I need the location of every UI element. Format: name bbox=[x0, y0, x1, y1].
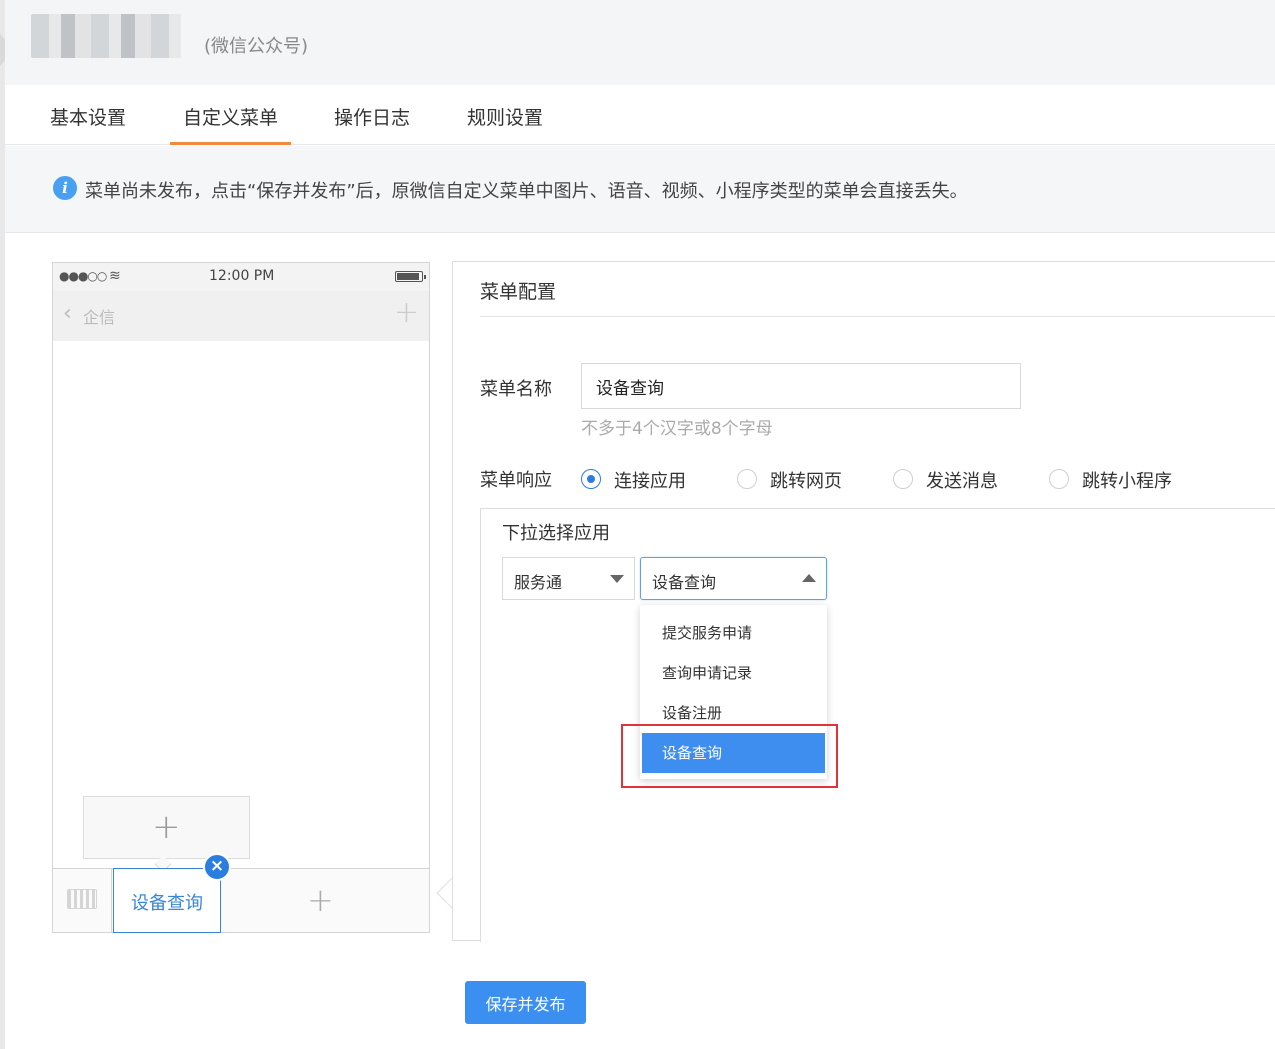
menu-item-device-query[interactable]: 设备查询 bbox=[113, 868, 221, 933]
config-title: 菜单配置 bbox=[480, 281, 557, 303]
notice-banner: i 菜单尚未发布，点击“保存并发布”后，原微信自定义菜单中图片、语音、视频、小程… bbox=[5, 146, 1275, 233]
tab-bar: 基本设置 自定义菜单 操作日志 规则设置 bbox=[5, 85, 1275, 145]
wifi-icon: ≋ bbox=[109, 268, 121, 284]
account-type: (微信公众号) bbox=[204, 36, 309, 57]
app-category-select[interactable]: 服务通 bbox=[502, 557, 635, 600]
phone-preview: ●●●○○ ≋ 12:00 PM ‹ 企信 + + 设备查询 + × bbox=[52, 262, 430, 933]
caret-up-icon bbox=[802, 574, 816, 582]
info-icon: i bbox=[53, 176, 77, 200]
radio-label: 连接应用 bbox=[614, 471, 686, 492]
phone-clock: 12:00 PM bbox=[209, 268, 275, 284]
add-submenu-button[interactable]: + bbox=[83, 796, 250, 859]
tab-operation-log[interactable]: 操作日志 bbox=[334, 103, 410, 145]
radio-indicator bbox=[737, 469, 757, 489]
plus-icon: + bbox=[152, 807, 181, 847]
signal-icon: ●●●○○ bbox=[59, 269, 107, 283]
menu-item-label: 设备查询 bbox=[131, 893, 203, 914]
tab-rule-settings[interactable]: 规则设置 bbox=[467, 103, 543, 145]
tab-basic-settings[interactable]: 基本设置 bbox=[50, 103, 126, 145]
phone-status-bar: ●●●○○ ≋ 12:00 PM bbox=[53, 263, 429, 291]
dropdown-option[interactable]: 提交服务申请 bbox=[642, 613, 825, 653]
close-icon[interactable]: × bbox=[203, 853, 231, 881]
phone-menu-bar: 设备查询 + bbox=[53, 868, 429, 933]
header: (微信公众号) bbox=[5, 0, 1275, 85]
select-value: 设备查询 bbox=[652, 573, 717, 592]
dropdown-option[interactable]: 查询申请记录 bbox=[642, 653, 825, 693]
app-item-dropdown: 提交服务申请 查询申请记录 设备注册 设备查询 bbox=[640, 605, 827, 779]
menu-name-hint: 不多于4个汉字或8个字母 bbox=[581, 419, 773, 439]
app-select-title: 下拉选择应用 bbox=[502, 523, 610, 544]
notice-text: 菜单尚未发布，点击“保存并发布”后，原微信自定义菜单中图片、语音、视频、小程序类… bbox=[85, 181, 968, 202]
menu-divider bbox=[111, 869, 112, 933]
caret-down-icon bbox=[610, 575, 624, 583]
radio-label: 跳转网页 bbox=[770, 471, 842, 492]
menu-response-label: 菜单响应 bbox=[480, 470, 552, 491]
phone-nav-bar: ‹ 企信 + bbox=[53, 291, 429, 341]
battery-icon bbox=[395, 271, 426, 282]
save-and-publish-button[interactable]: 保存并发布 bbox=[465, 981, 586, 1024]
keyboard-icon[interactable] bbox=[67, 889, 97, 909]
radio-label: 发送消息 bbox=[926, 471, 998, 492]
app-select-box: 下拉选择应用 服务通 设备查询 提交服务申请 查询申请记录 设备注册 设备查询 bbox=[480, 508, 1275, 942]
menu-name-input[interactable] bbox=[581, 363, 1021, 409]
chevron-left-icon: ‹ bbox=[63, 301, 72, 326]
add-menu-button[interactable]: + bbox=[307, 881, 334, 919]
menu-config-panel: 菜单配置 菜单名称 不多于4个汉字或8个字母 菜单响应 连接应用 跳转网页 发送… bbox=[452, 261, 1275, 942]
radio-indicator bbox=[1049, 469, 1069, 489]
page: (微信公众号) 基本设置 自定义菜单 操作日志 规则设置 i 菜单尚未发布，点击… bbox=[0, 0, 1275, 1049]
radio-indicator bbox=[581, 469, 601, 489]
app-item-select[interactable]: 设备查询 bbox=[640, 557, 827, 600]
dropdown-option-selected[interactable]: 设备查询 bbox=[642, 733, 825, 773]
radio-label: 跳转小程序 bbox=[1082, 471, 1172, 492]
select-value: 服务通 bbox=[514, 573, 563, 592]
dropdown-option[interactable]: 设备注册 bbox=[642, 693, 825, 733]
config-divider bbox=[480, 316, 1275, 317]
account-name-blurred bbox=[31, 14, 181, 58]
radio-indicator bbox=[893, 469, 913, 489]
phone-nav-title: 企信 bbox=[83, 308, 116, 327]
menu-name-label: 菜单名称 bbox=[480, 379, 552, 400]
tab-custom-menu[interactable]: 自定义菜单 bbox=[170, 103, 292, 145]
plus-icon: + bbox=[393, 295, 419, 330]
